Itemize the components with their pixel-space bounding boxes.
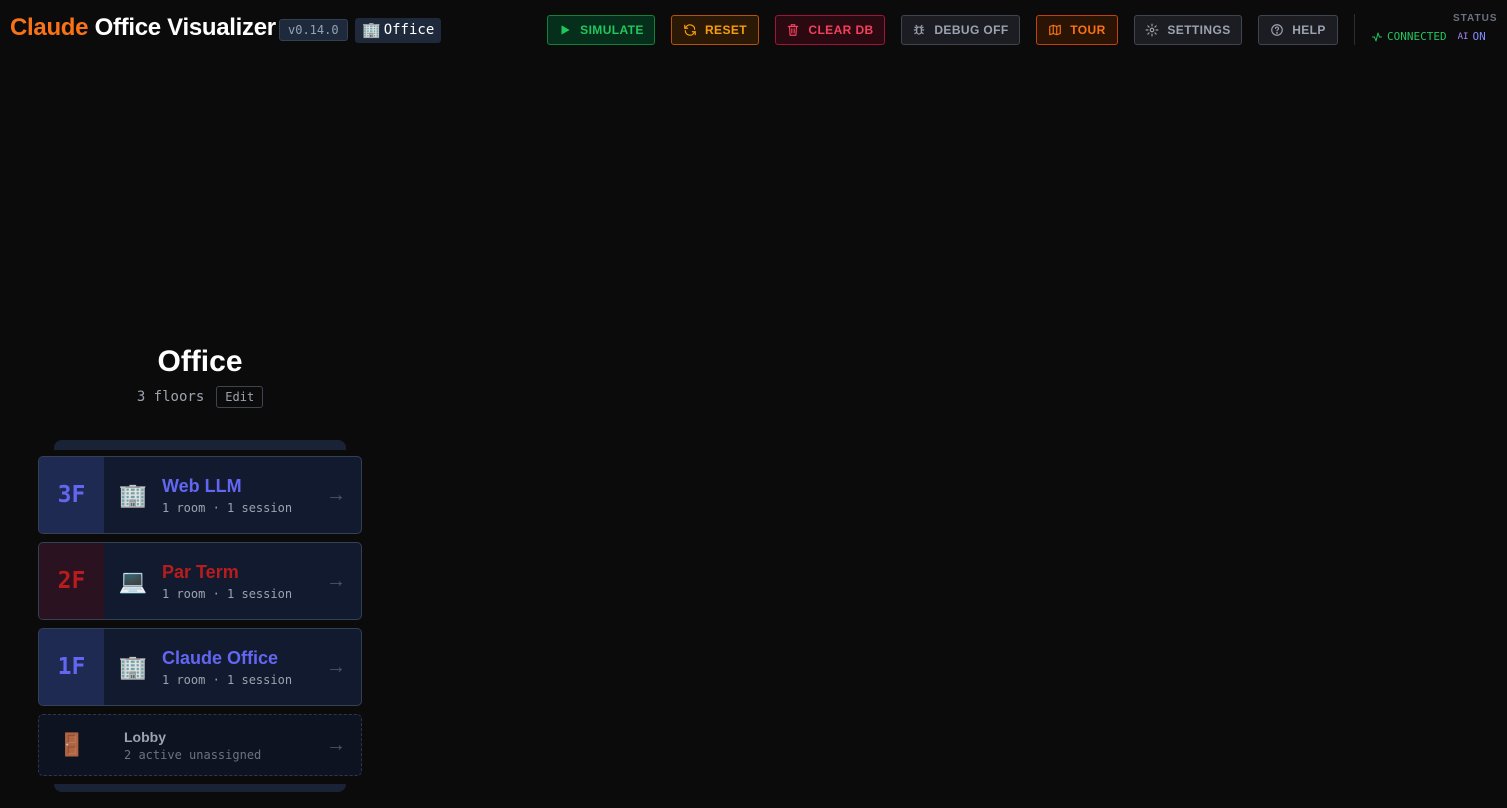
map-icon bbox=[1049, 24, 1062, 36]
floor-name: Claude Office bbox=[162, 647, 279, 668]
door-icon: 🚪 bbox=[58, 732, 86, 757]
floor-level: 3F bbox=[39, 457, 104, 533]
gear-icon bbox=[1145, 23, 1159, 37]
clear-db-button-label: CLEAR DB bbox=[808, 23, 874, 37]
play-icon bbox=[561, 25, 570, 35]
reset-button-label: RESET bbox=[704, 23, 747, 37]
top-header: Claude Office Visualizer v0.14.0 🏢 Offic… bbox=[0, 0, 1507, 60]
lobby-row[interactable]: 🚪 Lobby 2 active unassigned → bbox=[38, 714, 362, 776]
clear-db-button[interactable]: CLEAR DB bbox=[775, 15, 885, 45]
reset-button[interactable]: RESET bbox=[671, 15, 759, 45]
lobby-name: Lobby bbox=[124, 728, 166, 745]
arrow-right-icon: → bbox=[326, 569, 346, 592]
office-selector-label: Office bbox=[383, 22, 435, 38]
building-icon: 🏢 bbox=[362, 21, 381, 39]
building-subtitle: 3 floors Edit bbox=[38, 386, 362, 408]
settings-button[interactable]: SETTINGS bbox=[1134, 15, 1242, 45]
floor-meta: 1 room · 1 session bbox=[162, 672, 293, 687]
app-title-text: Office Visualizer bbox=[94, 14, 277, 41]
header-divider bbox=[1354, 14, 1355, 45]
simulate-button[interactable]: SIMULATE bbox=[547, 15, 655, 45]
floor-level: 2F bbox=[39, 543, 104, 619]
version-badge: v0.14.0 bbox=[279, 19, 348, 41]
arrow-right-icon: → bbox=[326, 483, 346, 506]
help-button[interactable]: HELP bbox=[1258, 15, 1338, 45]
lobby-meta: 2 active unassigned bbox=[124, 747, 262, 762]
laptop-icon: 💻 bbox=[118, 567, 148, 594]
arrow-right-icon: → bbox=[326, 655, 346, 678]
floor-2f[interactable]: 2F 💻 Par Term 1 room · 1 session → bbox=[38, 542, 362, 620]
simulate-button-label: SIMULATE bbox=[580, 23, 644, 37]
settings-button-label: SETTINGS bbox=[1167, 23, 1231, 37]
building-icon: 🏢 bbox=[118, 653, 148, 680]
tour-button[interactable]: TOUR bbox=[1036, 15, 1118, 45]
tour-button-label: TOUR bbox=[1070, 23, 1106, 37]
building-title: Office bbox=[157, 345, 243, 378]
floor-1f[interactable]: 1F 🏢 Claude Office 1 room · 1 session → bbox=[38, 628, 362, 706]
floor-3f[interactable]: 3F 🏢 Web LLM 1 room · 1 session → bbox=[38, 456, 362, 534]
trash-icon bbox=[788, 24, 799, 36]
app-title: Claude Office Visualizer bbox=[10, 14, 276, 42]
status-indicator: CONNECTED AI ON bbox=[1371, 30, 1486, 43]
building-roof bbox=[54, 440, 346, 450]
activity-icon bbox=[1372, 32, 1382, 41]
building-icon: 🏢 bbox=[118, 481, 148, 508]
help-circle-icon bbox=[1271, 24, 1284, 36]
building-ground bbox=[54, 784, 346, 792]
ai-status-label: AI bbox=[1457, 31, 1469, 42]
connection-status: CONNECTED bbox=[1387, 30, 1447, 43]
edit-building-button[interactable]: Edit bbox=[216, 386, 264, 408]
status-label: STATUS bbox=[1453, 13, 1498, 24]
floor-name: Par Term bbox=[162, 561, 239, 582]
floor-meta: 1 room · 1 session bbox=[162, 500, 293, 515]
floor-meta: 1 room · 1 session bbox=[162, 586, 293, 601]
debug-toggle-label: DEBUG OFF bbox=[934, 23, 1009, 37]
floor-name: Web LLM bbox=[162, 475, 242, 496]
debug-toggle-button[interactable]: DEBUG OFF bbox=[901, 15, 1020, 45]
help-button-label: HELP bbox=[1292, 23, 1326, 37]
floor-level: 1F bbox=[39, 629, 104, 705]
refresh-icon bbox=[684, 24, 696, 36]
floors-count: 3 floors bbox=[136, 389, 205, 405]
ai-status-value: ON bbox=[1472, 30, 1486, 43]
bug-icon bbox=[914, 24, 925, 35]
app-title-brand: Claude bbox=[10, 14, 89, 41]
office-selector[interactable]: 🏢 Office bbox=[355, 18, 442, 43]
arrow-right-icon: → bbox=[326, 733, 346, 756]
